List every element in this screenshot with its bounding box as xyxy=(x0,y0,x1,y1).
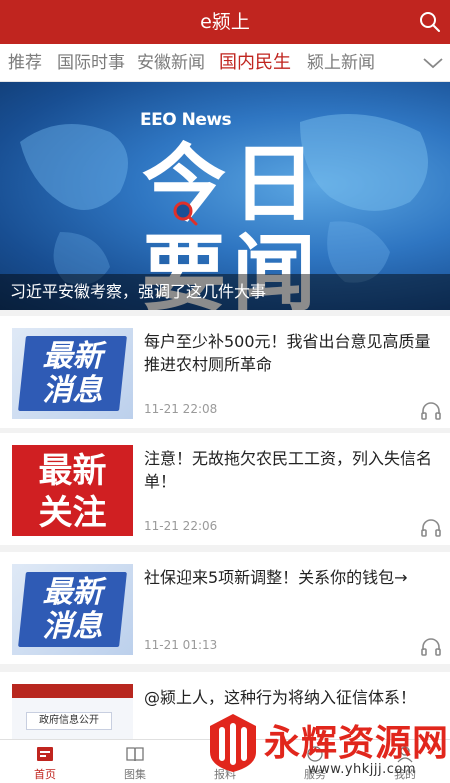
thumbnail-text: 最新 xyxy=(42,339,103,374)
news-time: 11-21 22:06 xyxy=(144,519,218,533)
magnifier-icon xyxy=(173,201,198,226)
news-thumbnail: 最新 关注 xyxy=(12,445,133,536)
thumbnail-text: 政府信息公开 xyxy=(26,712,112,730)
nav-label: 服务 xyxy=(304,768,326,781)
nav-gallery[interactable]: 图集 xyxy=(90,740,180,783)
nav-label: 我的 xyxy=(394,768,416,781)
app-screen: e颍上 推荐 国际时事 安徽新闻 国内民生 颍上新闻 EEO News 今日 要… xyxy=(0,0,450,783)
user-icon xyxy=(397,746,413,763)
category-tabs: 推荐 国际时事 安徽新闻 国内民生 颍上新闻 xyxy=(0,44,450,82)
headphones-icon[interactable] xyxy=(420,636,442,656)
thumbnail-text: 最新 xyxy=(38,451,107,491)
tab-international[interactable]: 国际时事 xyxy=(57,44,125,82)
search-icon[interactable] xyxy=(418,10,442,34)
tab-yingshang[interactable]: 颍上新闻 xyxy=(307,44,375,82)
banner-ticker: EEO News xyxy=(140,110,232,130)
chevron-down-icon[interactable] xyxy=(422,53,444,73)
news-item[interactable]: 最新 消息 社保迎来5项新调整！关系你的钱包→ 11-21 01:13 xyxy=(0,552,450,664)
thumbnail-text: 最新 xyxy=(42,575,103,610)
nav-home[interactable]: 首页 xyxy=(0,740,90,783)
news-headline: 社保迎来5项新调整！关系你的钱包→ xyxy=(144,568,408,587)
thumbnail-text: 消息 xyxy=(42,609,103,644)
news-time: 11-21 22:08 xyxy=(144,402,218,416)
thumbnail-text: 关注 xyxy=(38,493,107,533)
nav-label: 报料 xyxy=(214,768,236,781)
headline-banner[interactable]: EEO News 今日 要闻 习近平安徽考察，强调了这几件大事 xyxy=(0,82,450,310)
nav-label: 首页 xyxy=(34,768,56,781)
book-icon xyxy=(126,747,144,762)
banner-logo-line1: 今日 xyxy=(142,135,323,233)
nav-service[interactable]: 服务 xyxy=(270,740,360,783)
report-icon xyxy=(218,746,232,762)
headphones-icon[interactable] xyxy=(420,517,442,537)
news-item[interactable]: 最新 消息 每户至少补500元！我省出台意见高质量推进农村厕所革命 11-21 … xyxy=(0,316,450,428)
headphones-icon[interactable] xyxy=(420,400,442,420)
home-icon xyxy=(37,747,53,761)
news-thumbnail: 最新 消息 xyxy=(12,328,133,419)
nav-label: 图集 xyxy=(124,768,146,781)
banner-caption: 习近平安徽考察，强调了这几件大事 xyxy=(0,274,450,310)
service-icon xyxy=(307,746,323,762)
news-headline: 注意！无故拖欠农民工工资，列入失信名单！ xyxy=(144,449,433,491)
top-bar: e颍上 xyxy=(0,0,450,44)
app-title: e颍上 xyxy=(200,11,250,33)
tab-domestic[interactable]: 国内民生 xyxy=(219,44,291,82)
tab-anhui[interactable]: 安徽新闻 xyxy=(137,44,205,82)
nav-profile[interactable]: 我的 xyxy=(360,740,450,783)
nav-report[interactable]: 报料 xyxy=(180,740,270,783)
tab-recommend[interactable]: 推荐 xyxy=(8,44,42,82)
news-item[interactable]: 最新 关注 注意！无故拖欠农民工工资，列入失信名单！ 11-21 22:06 xyxy=(0,433,450,545)
news-time: 11-21 01:13 xyxy=(144,638,218,652)
news-headline: 每户至少补500元！我省出台意见高质量推进农村厕所革命 xyxy=(144,332,431,374)
thumbnail-text: 消息 xyxy=(42,373,103,408)
bottom-navigation: 首页 图集 报料 服务 我的 xyxy=(0,739,450,783)
news-headline: @颍上人，这种行为将纳入征信体系！ xyxy=(144,688,417,707)
news-thumbnail: 最新 消息 xyxy=(12,564,133,655)
